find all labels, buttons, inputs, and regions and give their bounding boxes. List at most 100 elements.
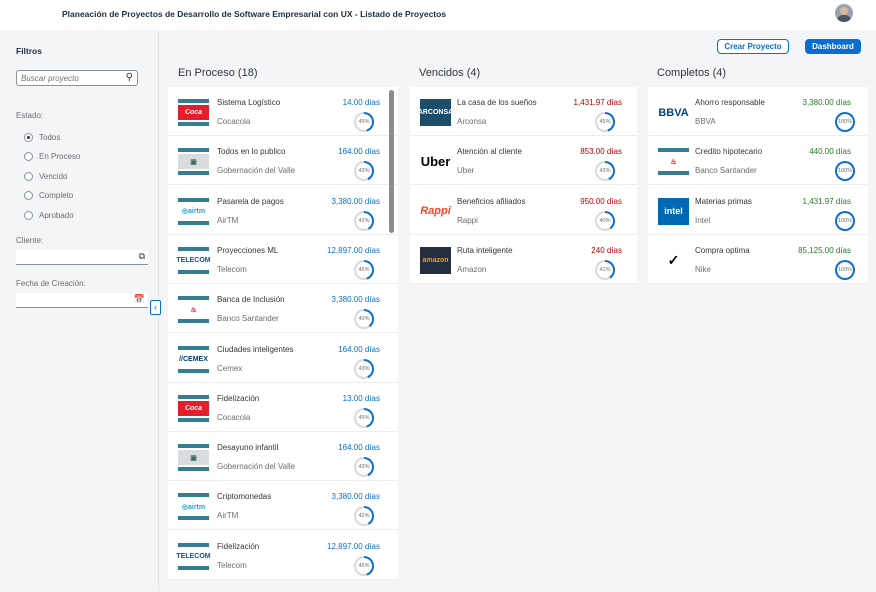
days-value: 3,380.00 días [331,196,380,206]
client-name: Cocacola [217,412,251,422]
project-card[interactable]: Coca Sistema Logístico Cocacola 14.00 días 4… [168,87,398,136]
project-card[interactable]: ♨ Credito hipotecario Banco Santander 440.0… [648,136,868,186]
progress-label: 43% [597,163,613,180]
project-card[interactable]: TELECOM Proyecciones ML Telecom 12,897.00 d… [168,235,398,284]
gobernacion-logo: ▣ [178,148,209,176]
project-card[interactable]: ✓ Compra optima Nike 85,125.00 días 100% [648,235,868,284]
progress-label: 41% [597,261,613,278]
project-name: Materias primas [695,196,752,206]
client-name: Telecom [217,560,247,570]
gobernacion-logo: ▣ [178,444,209,472]
project-card[interactable]: TELECOM Fidelización Telecom 12,897.00 días… [168,531,398,580]
project-card[interactable]: Rappi Beneficios afiliados Rappi 950.00 día… [410,186,637,235]
client-name: BBVA [695,117,716,126]
client-name: Rappi [457,215,478,225]
radio-circle[interactable] [24,152,33,161]
project-name: Ruta inteligente [457,245,513,255]
search-icon[interactable]: ⚲ [126,72,133,83]
progress-label: 43% [356,163,372,180]
calendar-icon[interactable]: 📅 [134,294,145,305]
search-input[interactable] [21,72,121,84]
days-value: 164.00 días [338,344,380,354]
progress-ring: 40% [595,210,615,231]
client-name: Banco Santander [695,166,757,176]
en-proceso-column-title: En Proceso (18) [178,67,258,79]
client-name: Intel [695,215,711,225]
value-help-icon[interactable]: ⧉ [139,251,145,262]
cocacola-logo: Coca [178,99,209,126]
project-search[interactable]: ⚲ [16,70,138,86]
fecha-field[interactable]: 📅 [16,293,148,308]
client-name: AirTM [217,215,239,225]
estado-radio-completo[interactable]: Completo [24,190,73,202]
radio-label: En Proceso [39,152,81,161]
progress-label: 45% [356,114,372,130]
cliente-field[interactable]: ⧉ [16,250,148,265]
project-card[interactable]: amazon Ruta inteligente Amazon 240 días 41% [410,235,637,284]
project-card[interactable]: ▣ Todos en lo publico Gobernación del Vall… [168,136,398,186]
project-card[interactable]: ▣ Desayuno infantil Gobernación del Valle 1… [168,432,398,482]
radio-label: Vencido [39,171,68,181]
completos-column: BBVA Ahorro responsable BBVA 3,380.00 días 1… [648,87,868,285]
nike-logo: ✓ [658,246,689,274]
client-name: Uber [457,166,475,176]
client-name: Telecom [217,264,247,274]
telecom-logo: TELECOM [176,542,211,570]
client-name: Arconsa [457,117,487,126]
project-card[interactable]: Coca Fidelización Cocacola 13.00 días 45% [168,383,398,432]
collapse-filters-button[interactable]: ‹ [150,300,161,315]
fecha-label: Fecha de Creación: [16,279,86,288]
bbva-logo: BBVA [658,99,689,126]
app-title: Planeación de Proyectos de Desarrollo de… [62,9,447,19]
client-name: Nike [695,264,712,274]
progress-label: 45% [356,261,372,278]
progress-label: 100% [837,114,853,130]
radio-circle[interactable] [24,210,33,220]
progress-ring: 100% [835,161,855,182]
project-card[interactable]: ◎airtm Pasarela de pagos AirTM 3,380.00 día… [168,186,398,235]
project-name: Todos en lo publico [217,147,286,157]
days-value: 14.00 días [342,98,380,107]
progress-label: 40% [597,212,613,229]
project-name: Atención al cliente [457,147,522,157]
estado-radio-vencido[interactable]: Vencido [24,170,67,182]
user-avatar[interactable] [835,4,853,22]
progress-label: 100% [837,261,853,278]
radio-circle[interactable] [24,132,33,142]
progress-ring: 42% [354,210,374,231]
project-card[interactable]: ◎airtm Criptomonedas AirTM 3,380.00 días 42% [168,481,398,531]
days-value: 3,380.00 días [331,295,380,305]
project-card[interactable]: ♨ Banca de Inclusión Banco Santander 3,380.… [168,284,398,334]
project-card[interactable]: BBVA Ahorro responsable BBVA 3,380.00 días 1… [648,87,868,136]
project-card[interactable]: intel Materias primas Intel 1,431.97 días 10… [648,186,868,235]
progress-label: 42% [356,212,372,229]
progress-ring: 100% [835,112,855,132]
days-value: 240 días [591,245,622,255]
radio-circle[interactable] [24,191,33,200]
progress-ring: 100% [835,210,855,231]
estado-radio-aprobado[interactable]: Aprobado [24,209,74,221]
days-value: 440.00 días [809,147,851,157]
client-name: Banco Santander [217,314,279,324]
progress-ring: 43% [595,161,615,182]
en-proceso-scrollbar[interactable] [389,90,394,233]
project-card[interactable]: Uber Atención al cliente Uber 853.00 días 43… [410,136,637,186]
progress-ring: 100% [835,259,855,280]
project-name: Criptomonedas [217,492,272,502]
days-value: 85,125.00 días [798,245,851,255]
radio-label: Completo [39,191,74,200]
progress-label: 43% [356,459,372,476]
en-proceso-column: Coca Sistema Logístico Cocacola 14.00 días 4… [168,87,398,580]
project-card[interactable]: ARCONSA La casa de los sueños Arconsa 1,431… [410,87,637,136]
estado-label: Estado: [16,111,44,120]
dashboard-button[interactable]: Dashboard [805,39,861,54]
intel-logo: intel [658,197,689,225]
santander-logo: ♨ [178,296,209,324]
create-project-button[interactable]: Crear Proyecto [717,39,789,54]
project-card[interactable]: //CEMEX Ciudades inteligentes Cemex 164.00 … [168,334,398,383]
project-name: Fidelización [217,393,260,403]
estado-radio-todos[interactable]: Todos [24,131,60,143]
radio-circle[interactable] [24,171,33,181]
project-name: Credito hipotecario [695,147,763,157]
estado-radio-en-proceso[interactable]: En Proceso [24,151,80,163]
